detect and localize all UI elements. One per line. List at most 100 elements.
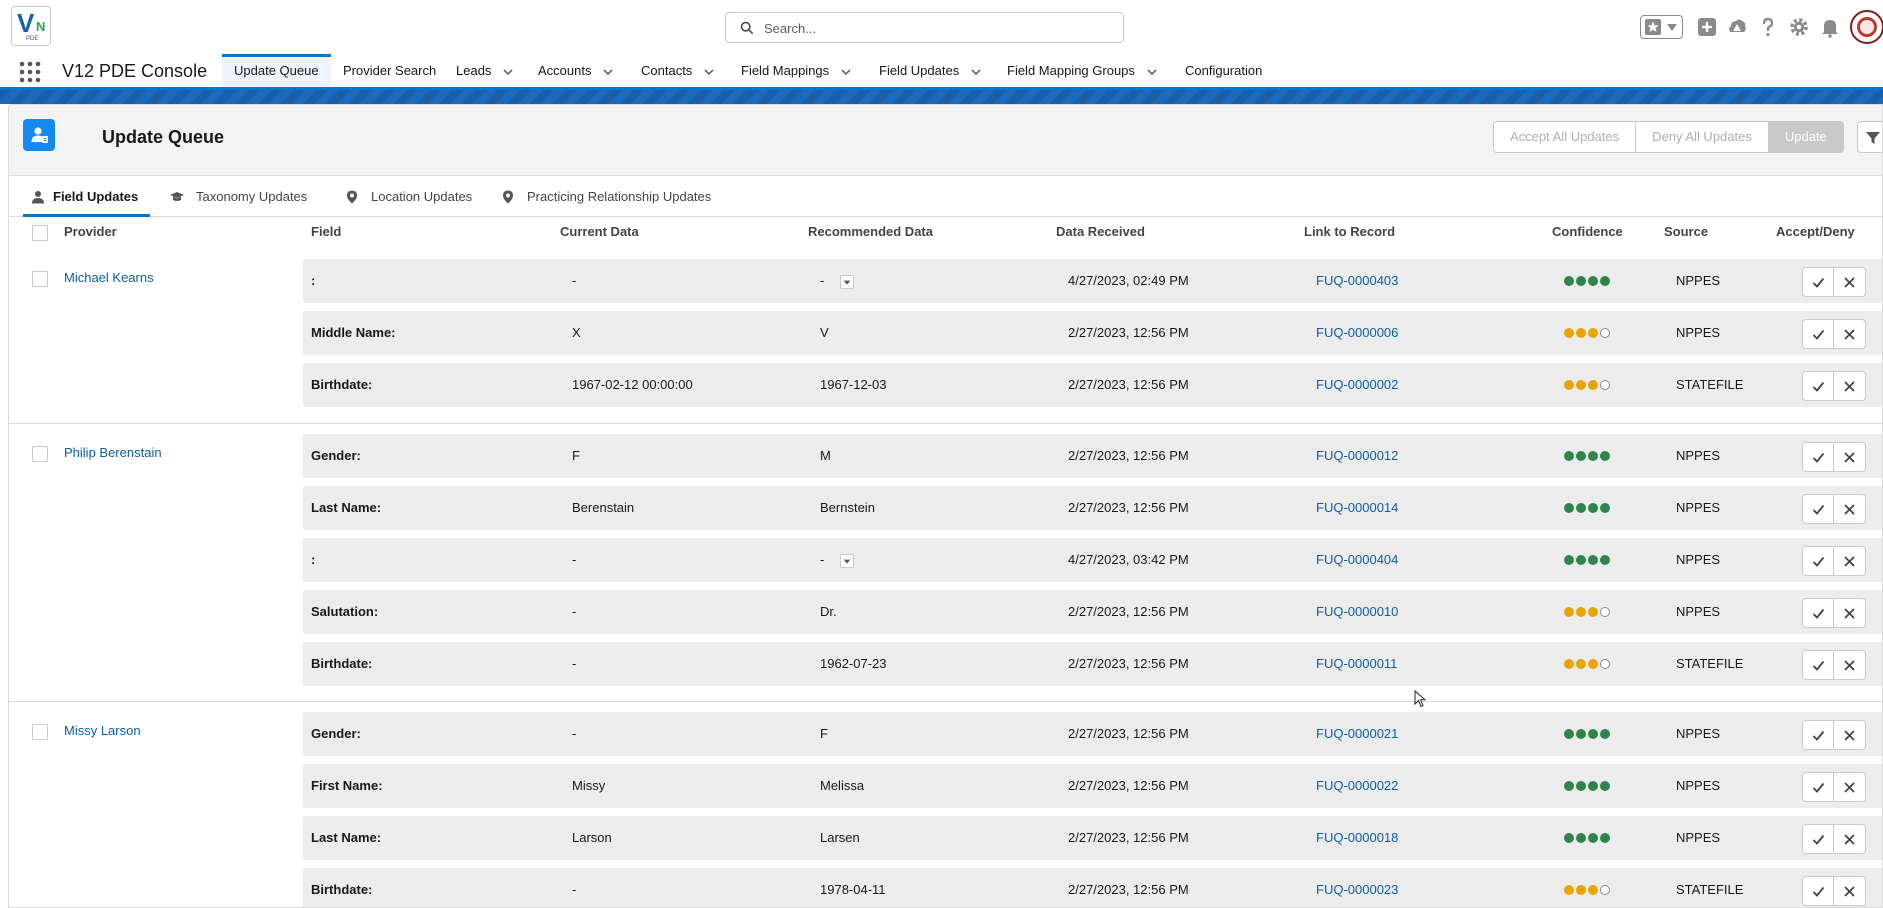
filter-button[interactable] [1857,121,1882,153]
record-link[interactable]: FUQ-0000018 [1316,830,1398,845]
accept-button[interactable] [1802,546,1834,576]
accept-button[interactable] [1802,319,1834,349]
deny-button[interactable] [1834,650,1866,680]
tab-practicing-relationship-updates[interactable]: Practicing Relationship Updates [501,177,711,217]
record-link[interactable]: FUQ-0000006 [1316,325,1398,340]
column-header-confidence[interactable]: Confidence [1552,224,1623,239]
nav-item-field-mappings[interactable]: Field Mappings [729,54,863,87]
deny-button[interactable] [1834,319,1866,349]
field-name: Last Name: [311,500,382,515]
mouse-cursor-icon [1414,690,1426,708]
tab-taxonomy-updates[interactable]: Taxonomy Updates [170,177,307,217]
nav-item-field-mapping-groups[interactable]: Field Mapping Groups [995,54,1169,87]
chevron-down-icon[interactable] [841,67,851,77]
column-header-data-received[interactable]: Data Received [1056,224,1145,239]
accept-button[interactable] [1802,598,1834,628]
record-link[interactable]: FUQ-0000011 [1316,656,1397,671]
accept-button[interactable] [1802,650,1834,680]
search-input[interactable] [764,18,1104,38]
recommended-dropdown-icon[interactable] [840,554,854,568]
nav-item-accounts[interactable]: Accounts [526,54,625,87]
column-header-recommended-data[interactable]: Recommended Data [808,224,933,239]
column-header-current-data[interactable]: Current Data [560,224,639,239]
deny-button[interactable] [1834,772,1866,802]
deny-button[interactable] [1834,442,1866,472]
provider-link[interactable]: Michael Kearns [64,270,154,285]
add-icon[interactable] [1695,15,1719,39]
accept-button[interactable] [1802,494,1834,524]
column-header-provider[interactable]: Provider [64,224,117,239]
accept-button[interactable] [1802,824,1834,854]
help-icon[interactable] [1756,15,1780,39]
app-logo[interactable]: V N PDE [11,6,51,46]
nav-item-field-updates[interactable]: Field Updates [867,54,993,87]
confidence-dot [1576,659,1586,669]
nav-item-configuration[interactable]: Configuration [1173,54,1274,87]
field-name: Birthdate: [311,377,373,392]
record-link[interactable]: FUQ-0000403 [1316,273,1398,288]
setup-gear-icon[interactable] [1787,15,1811,39]
record-link[interactable]: FUQ-0000012 [1316,448,1398,463]
column-header-field[interactable]: Field [311,224,341,239]
column-header-source[interactable]: Source [1664,224,1708,239]
select-all-checkbox[interactable] [32,225,48,241]
trailhead-icon[interactable] [1725,15,1749,39]
deny-button[interactable] [1834,876,1866,906]
provider-select-checkbox[interactable] [32,724,48,740]
accept-button[interactable] [1802,772,1834,802]
deny-button[interactable] [1834,720,1866,750]
deny-all-updates-button[interactable]: Deny All Updates [1636,121,1769,153]
favorites-star-icon[interactable] [1645,19,1661,35]
accept-button[interactable] [1802,442,1834,472]
provider-select-checkbox[interactable] [32,446,48,462]
deny-button[interactable] [1834,267,1866,297]
chevron-down-icon[interactable] [704,67,714,77]
accept-button[interactable] [1802,720,1834,750]
record-link[interactable]: FUQ-0000021 [1316,726,1398,741]
column-header-accept-deny[interactable]: Accept/Deny [1776,224,1855,239]
favorites-dropdown-icon[interactable] [1667,24,1677,32]
tab-field-updates[interactable]: Field Updates [23,177,150,217]
record-link[interactable]: FUQ-0000404 [1316,552,1398,567]
tab-location-updates[interactable]: Location Updates [345,177,472,217]
favorites-group[interactable] [1640,15,1683,39]
deny-button[interactable] [1834,824,1866,854]
recommended-data: - [820,273,825,288]
chevron-down-icon[interactable] [503,67,513,77]
nav-item-leads[interactable]: Leads [444,54,525,87]
notifications-bell-icon[interactable] [1818,15,1842,39]
current-data: - [572,552,577,567]
nav-item-provider-search[interactable]: Provider Search [331,54,448,87]
check-icon [1812,381,1825,392]
record-link[interactable]: FUQ-0000002 [1316,377,1398,392]
deny-button[interactable] [1834,494,1866,524]
provider-link[interactable]: Missy Larson [64,723,141,738]
nav-item-contacts[interactable]: Contacts [629,54,726,87]
deny-button[interactable] [1834,598,1866,628]
accept-all-updates-button[interactable]: Accept All Updates [1493,121,1637,153]
chevron-down-icon[interactable] [1147,67,1157,77]
deny-button[interactable] [1834,371,1866,401]
field-name: Gender: [311,726,361,741]
confidence-dot [1600,503,1610,513]
record-link[interactable]: FUQ-0000014 [1316,500,1398,515]
table-header: Provider Field Current Data Recommended … [9,218,1882,246]
accept-button[interactable] [1802,371,1834,401]
accept-button[interactable] [1802,267,1834,297]
provider-select-checkbox[interactable] [32,271,48,287]
app-launcher-icon[interactable] [19,61,41,83]
provider-link[interactable]: Philip Berenstain [64,445,162,460]
global-search[interactable] [725,12,1124,43]
nav-item-update-queue[interactable]: Update Queue [222,54,331,87]
record-link[interactable]: FUQ-0000022 [1316,778,1398,793]
update-button[interactable]: Update [1768,121,1844,153]
recommended-dropdown-icon[interactable] [840,275,854,289]
accept-button[interactable] [1802,876,1834,906]
deny-button[interactable] [1834,546,1866,576]
column-header-link-to-record[interactable]: Link to Record [1304,224,1395,239]
record-link[interactable]: FUQ-0000023 [1316,882,1398,897]
user-avatar[interactable] [1850,10,1883,44]
chevron-down-icon[interactable] [971,67,981,77]
chevron-down-icon[interactable] [603,67,614,77]
record-link[interactable]: FUQ-0000010 [1316,604,1398,619]
